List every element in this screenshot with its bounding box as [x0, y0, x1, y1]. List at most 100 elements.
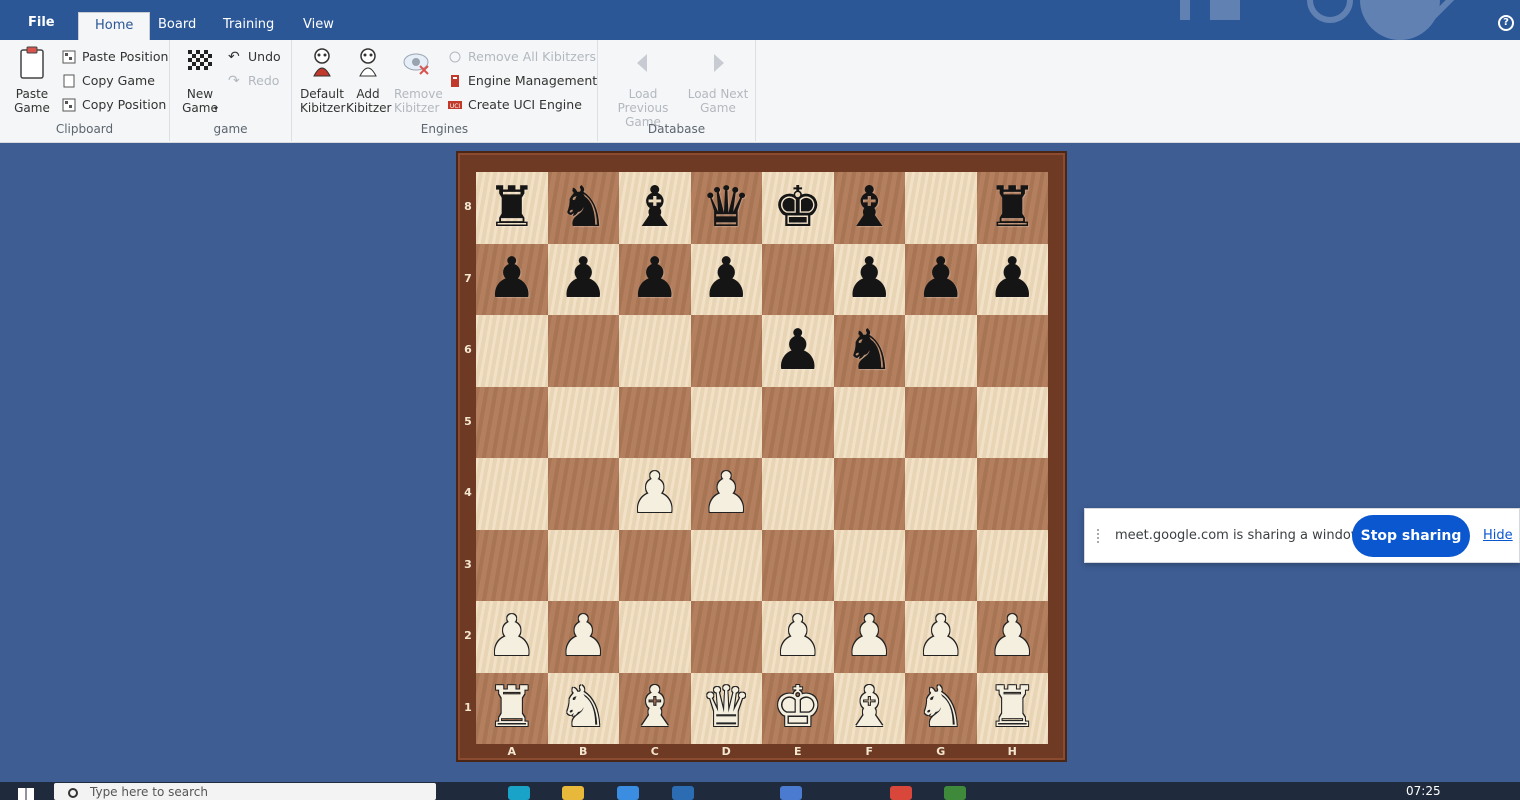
- app-icon[interactable]: [780, 786, 802, 800]
- black-pawn-piece[interactable]: ♟: [987, 251, 1037, 307]
- white-rook-piece[interactable]: ♜: [487, 680, 537, 736]
- square-c1[interactable]: ♝: [619, 672, 691, 744]
- square-a8[interactable]: ♜: [476, 172, 548, 244]
- add-kibitzer-button[interactable]: Add Kibitzer: [346, 46, 391, 115]
- black-pawn-piece[interactable]: ♟: [773, 322, 823, 379]
- square-c3[interactable]: [619, 529, 691, 601]
- square-f1[interactable]: ♝: [833, 672, 905, 744]
- square-b5[interactable]: [547, 386, 619, 458]
- white-pawn-piece[interactable]: ♟: [987, 608, 1037, 665]
- square-g2[interactable]: ♟: [905, 601, 977, 673]
- remove-all-kibitzers-button[interactable]: Remove All Kibitzers: [448, 47, 596, 67]
- white-pawn-piece[interactable]: ♟: [630, 465, 680, 522]
- square-h2[interactable]: ♟: [976, 601, 1048, 673]
- black-knight-piece[interactable]: ♞: [558, 179, 608, 236]
- help-icon[interactable]: ?: [1498, 15, 1514, 31]
- drag-handle[interactable]: [1097, 529, 1103, 543]
- square-a4[interactable]: [476, 458, 548, 530]
- white-knight-piece[interactable]: ♞: [558, 680, 608, 736]
- square-d7[interactable]: ♟: [690, 243, 762, 315]
- square-b3[interactable]: [547, 529, 619, 601]
- new-game-button[interactable]: New Game ▾: [178, 46, 222, 115]
- square-a2[interactable]: ♟: [476, 601, 548, 673]
- tab-home[interactable]: Home: [78, 12, 151, 40]
- black-rook-piece[interactable]: ♜: [487, 179, 537, 236]
- white-pawn-piece[interactable]: ♟: [844, 608, 894, 665]
- square-a5[interactable]: [476, 386, 548, 458]
- white-queen-piece[interactable]: ♛: [701, 680, 751, 736]
- square-a6[interactable]: [476, 315, 548, 387]
- mail-icon[interactable]: [672, 786, 694, 800]
- square-b8[interactable]: ♞: [547, 172, 619, 244]
- square-d3[interactable]: [690, 529, 762, 601]
- square-e7[interactable]: [762, 243, 834, 315]
- square-d6[interactable]: [690, 315, 762, 387]
- square-h5[interactable]: [976, 386, 1048, 458]
- white-pawn-piece[interactable]: ♟: [558, 608, 608, 665]
- black-pawn-piece[interactable]: ♟: [487, 251, 537, 307]
- square-d5[interactable]: [690, 386, 762, 458]
- square-f8[interactable]: ♝: [833, 172, 905, 244]
- copy-game-button[interactable]: Copy Game: [62, 71, 155, 91]
- square-h3[interactable]: [976, 529, 1048, 601]
- square-b6[interactable]: [547, 315, 619, 387]
- white-bishop-piece[interactable]: ♝: [630, 680, 680, 736]
- square-b2[interactable]: ♟: [547, 601, 619, 673]
- chessboard[interactable]: ♜ ♞ ♝ ♛ ♚ ♝ ♜ ♟ ♟ ♟ ♟ ♟ ♟ ♟ ♟ ♞ ♟ ♟ ♟ ♟ ♟ ♟ ♟ ♟ ♜ ♞ ♝ ♛ ♚ ♝ ♞ ♜: [476, 172, 1048, 744]
- square-g8[interactable]: [905, 172, 977, 244]
- black-queen-piece[interactable]: ♛: [701, 179, 751, 236]
- square-e5[interactable]: [762, 386, 834, 458]
- square-e8[interactable]: ♚: [762, 172, 834, 244]
- square-c7[interactable]: ♟: [619, 243, 691, 315]
- white-pawn-piece[interactable]: ♟: [916, 608, 966, 665]
- paste-position-button[interactable]: Paste Position: [62, 47, 168, 67]
- square-h1[interactable]: ♜: [976, 672, 1048, 744]
- square-f2[interactable]: ♟: [833, 601, 905, 673]
- square-e3[interactable]: [762, 529, 834, 601]
- square-h7[interactable]: ♟: [976, 243, 1048, 315]
- square-b1[interactable]: ♞: [547, 672, 619, 744]
- tab-file[interactable]: File: [18, 10, 65, 38]
- square-h6[interactable]: [976, 315, 1048, 387]
- square-g7[interactable]: ♟: [905, 243, 977, 315]
- taskbar-search[interactable]: Type here to search: [54, 783, 436, 800]
- create-uci-engine-button[interactable]: UCI Create UCI Engine: [448, 95, 582, 115]
- square-e4[interactable]: [762, 458, 834, 530]
- black-pawn-piece[interactable]: ♟: [630, 251, 680, 307]
- square-b7[interactable]: ♟: [547, 243, 619, 315]
- windows-start-icon[interactable]: [18, 788, 34, 800]
- engine-management-button[interactable]: Engine Management: [448, 71, 597, 91]
- paste-game-button[interactable]: Paste Game: [10, 46, 54, 115]
- square-f7[interactable]: ♟: [833, 243, 905, 315]
- black-knight-piece[interactable]: ♞: [844, 322, 894, 379]
- white-rook-piece[interactable]: ♜: [987, 680, 1037, 736]
- square-c6[interactable]: [619, 315, 691, 387]
- square-d2[interactable]: [690, 601, 762, 673]
- square-f6[interactable]: ♞: [833, 315, 905, 387]
- tab-board[interactable]: Board: [142, 12, 212, 40]
- square-g3[interactable]: [905, 529, 977, 601]
- white-pawn-piece[interactable]: ♟: [487, 608, 537, 665]
- square-d8[interactable]: ♛: [690, 172, 762, 244]
- white-king-piece[interactable]: ♚: [773, 680, 823, 736]
- load-previous-game-button[interactable]: Load Previous Game: [606, 46, 680, 129]
- square-a3[interactable]: [476, 529, 548, 601]
- undo-button[interactable]: ↶ Undo: [228, 47, 281, 67]
- black-pawn-piece[interactable]: ♟: [844, 251, 894, 307]
- black-bishop-piece[interactable]: ♝: [844, 179, 894, 236]
- square-e6[interactable]: ♟: [762, 315, 834, 387]
- white-bishop-piece[interactable]: ♝: [844, 680, 894, 736]
- square-d1[interactable]: ♛: [690, 672, 762, 744]
- square-f3[interactable]: [833, 529, 905, 601]
- chrome-icon[interactable]: [890, 786, 912, 800]
- black-pawn-piece[interactable]: ♟: [558, 251, 608, 307]
- black-pawn-piece[interactable]: ♟: [701, 251, 751, 307]
- square-h4[interactable]: [976, 458, 1048, 530]
- file-explorer-icon[interactable]: [562, 786, 584, 800]
- hide-link[interactable]: Hide: [1483, 528, 1513, 543]
- square-f5[interactable]: [833, 386, 905, 458]
- square-f4[interactable]: [833, 458, 905, 530]
- black-pawn-piece[interactable]: ♟: [916, 251, 966, 307]
- default-kibitzer-button[interactable]: Default Kibitzer: [300, 46, 345, 115]
- chess-app-icon[interactable]: [944, 786, 966, 800]
